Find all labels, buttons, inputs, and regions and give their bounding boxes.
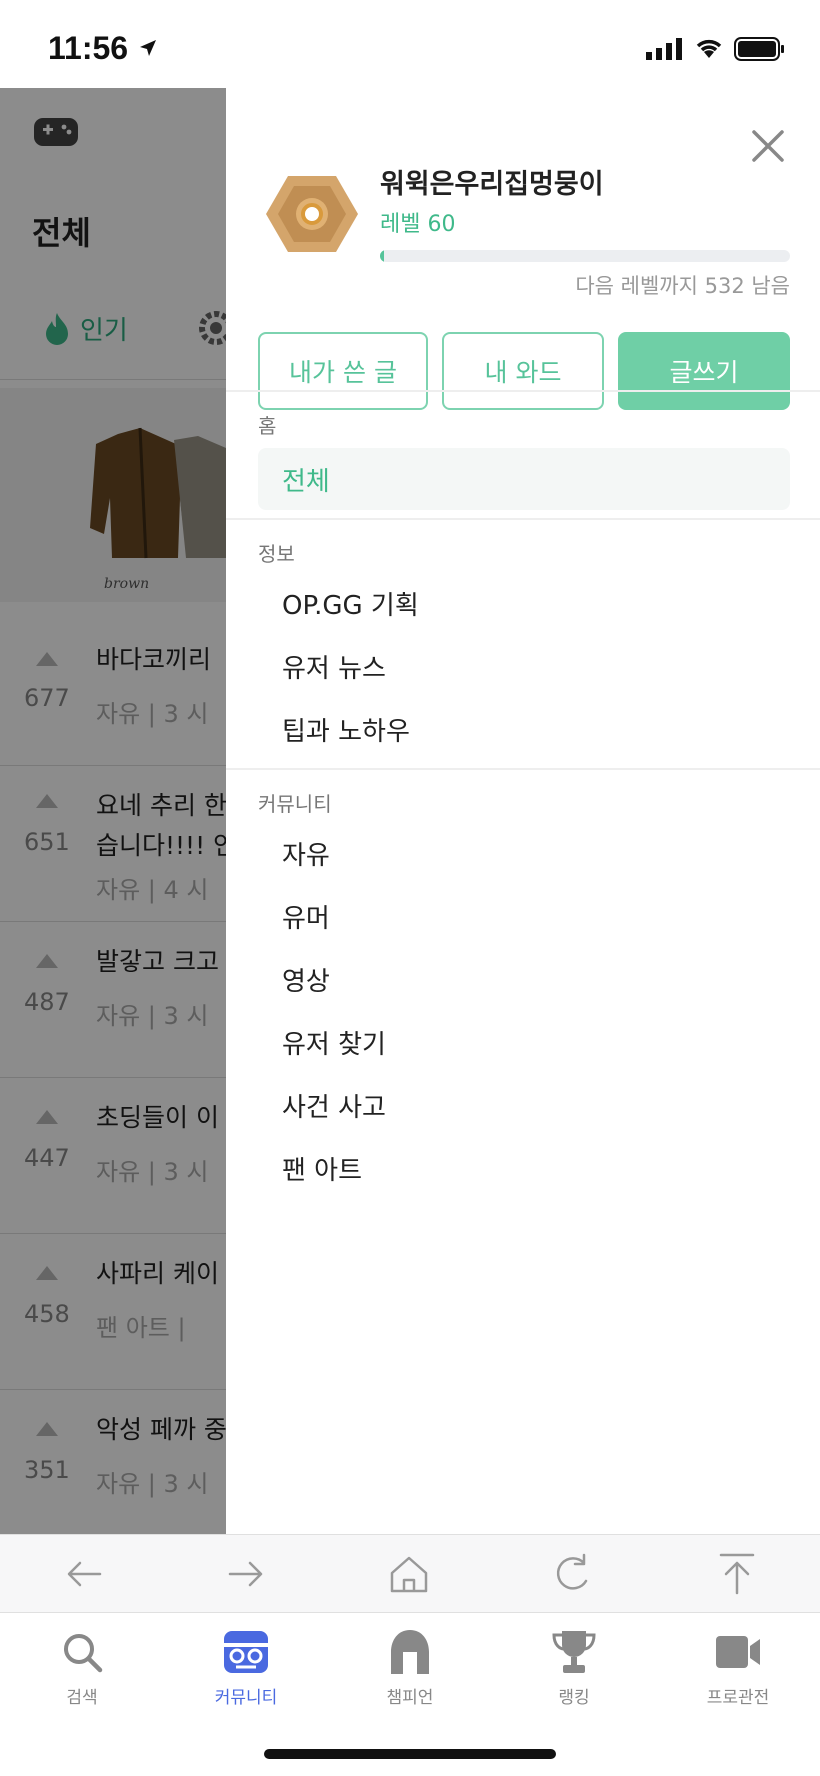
menu-item-humor[interactable]: 유머 <box>258 885 790 947</box>
tab-champion-label: 챔피언 <box>386 1688 434 1708</box>
username: 워윅은우리집멍뭉이 <box>380 169 604 200</box>
my-posts-button[interactable]: 내가 쓴 글 <box>258 332 428 410</box>
tab-ranking-label: 랭킹 <box>558 1688 590 1708</box>
divider <box>226 390 820 392</box>
reload-icon[interactable] <box>548 1549 598 1599</box>
forward-arrow-icon[interactable] <box>220 1549 270 1599</box>
menu-item-all[interactable]: 전체 <box>258 448 790 510</box>
browser-toolbar <box>0 1534 820 1612</box>
menu-item-fan-art[interactable]: 팬 아트 <box>258 1137 790 1199</box>
tab-search[interactable]: 검색 <box>12 1627 152 1708</box>
wifi-icon <box>696 39 722 58</box>
level-progress-fill <box>380 250 385 262</box>
level-badge-icon <box>266 176 358 252</box>
menu-item-tips[interactable]: 팁과 노하우 <box>258 698 790 760</box>
divider <box>226 768 820 770</box>
battery-icon <box>734 37 784 61</box>
section-title-community: 커뮤니티 <box>258 792 332 816</box>
helmet-icon <box>391 1630 429 1674</box>
tab-search-label: 검색 <box>66 1688 98 1708</box>
community-icon <box>224 1631 268 1673</box>
divider <box>226 518 820 520</box>
video-camera-icon <box>716 1636 760 1668</box>
home-indicator[interactable] <box>264 1749 556 1759</box>
tab-pro-matches-label: 프로관전 <box>706 1688 770 1708</box>
close-icon[interactable] <box>746 124 790 168</box>
bottom-tab-bar: 검색 커뮤니티 챔피언 랭킹 프로관전 <box>0 1612 820 1776</box>
level-progress-bar <box>380 250 790 262</box>
tab-ranking[interactable]: 랭킹 <box>504 1627 644 1708</box>
tab-champion[interactable]: 챔피언 <box>340 1627 480 1708</box>
menu-item-opgg-feature[interactable]: OP.GG 기획 <box>258 572 790 634</box>
scroll-top-icon[interactable] <box>712 1549 762 1599</box>
my-ward-button[interactable]: 내 와드 <box>442 332 604 410</box>
level-remaining-text: 다음 레벨까지 532 남음 <box>575 274 790 298</box>
overlay-backdrop[interactable] <box>0 88 226 1534</box>
tab-pro-matches[interactable]: 프로관전 <box>668 1627 808 1708</box>
section-title-home: 홈 <box>258 414 277 438</box>
write-post-button[interactable]: 글쓰기 <box>618 332 790 410</box>
menu-item-video[interactable]: 영상 <box>258 948 790 1010</box>
search-icon <box>64 1634 103 1673</box>
section-title-info: 정보 <box>258 542 295 566</box>
status-time: 11:56 <box>48 30 129 66</box>
location-arrow-icon <box>140 40 156 56</box>
back-arrow-icon[interactable] <box>60 1549 110 1599</box>
home-icon[interactable] <box>384 1549 434 1599</box>
menu-item-find-user[interactable]: 유저 찾기 <box>258 1011 790 1073</box>
trophy-icon <box>552 1631 596 1673</box>
tab-community-label: 커뮤니티 <box>214 1688 278 1708</box>
status-bar: 11:56 <box>0 0 820 88</box>
menu-item-incidents[interactable]: 사건 사고 <box>258 1074 790 1136</box>
signal-icon <box>646 38 682 60</box>
menu-item-user-news[interactable]: 유저 뉴스 <box>258 635 790 697</box>
menu-item-free[interactable]: 자유 <box>258 822 790 884</box>
tab-community[interactable]: 커뮤니티 <box>176 1627 316 1708</box>
side-drawer: 워윅은우리집멍뭉이 레벨 60 다음 레벨까지 532 남음 내가 쓴 글 내 … <box>226 88 820 1534</box>
user-level: 레벨 60 <box>380 212 456 237</box>
